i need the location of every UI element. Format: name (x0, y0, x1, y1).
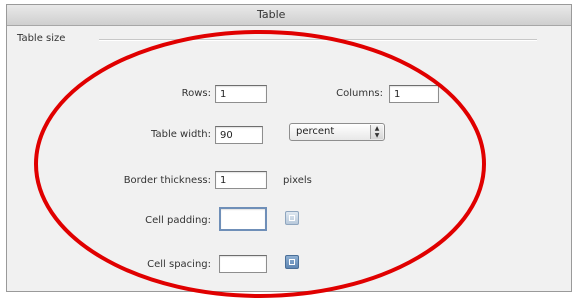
cell-spacing-icon[interactable] (285, 255, 299, 269)
dialog-title: Table (257, 8, 286, 21)
width-unit-value: percent (296, 126, 335, 137)
border-thickness-unit: pixels (283, 175, 312, 186)
rows-input[interactable] (215, 85, 267, 103)
cell-padding-label: Cell padding: (145, 215, 211, 226)
cell-padding-input[interactable] (219, 207, 267, 231)
grid-glyph (289, 259, 295, 265)
rows-label: Rows: (181, 88, 211, 99)
border-thickness-input[interactable] (215, 171, 267, 189)
table-width-input[interactable] (215, 126, 263, 144)
cell-padding-icon[interactable] (285, 211, 299, 225)
table-dialog: Table Table size Rows: Columns: Table wi… (6, 4, 572, 292)
columns-label: Columns: (336, 88, 383, 99)
up-down-arrows-icon: ▲ ▼ (370, 125, 383, 139)
columns-input[interactable] (389, 85, 439, 103)
cell-spacing-input[interactable] (219, 255, 267, 273)
table-width-label: Table width: (151, 129, 211, 140)
grid-glyph (289, 215, 295, 221)
section-divider (99, 39, 537, 41)
width-unit-select[interactable]: percent ▲ ▼ (289, 123, 385, 141)
cell-spacing-label: Cell spacing: (147, 259, 211, 270)
dialog-titlebar[interactable]: Table (7, 5, 571, 26)
section-label-table-size: Table size (17, 33, 66, 44)
border-thickness-label: Border thickness: (123, 175, 211, 186)
